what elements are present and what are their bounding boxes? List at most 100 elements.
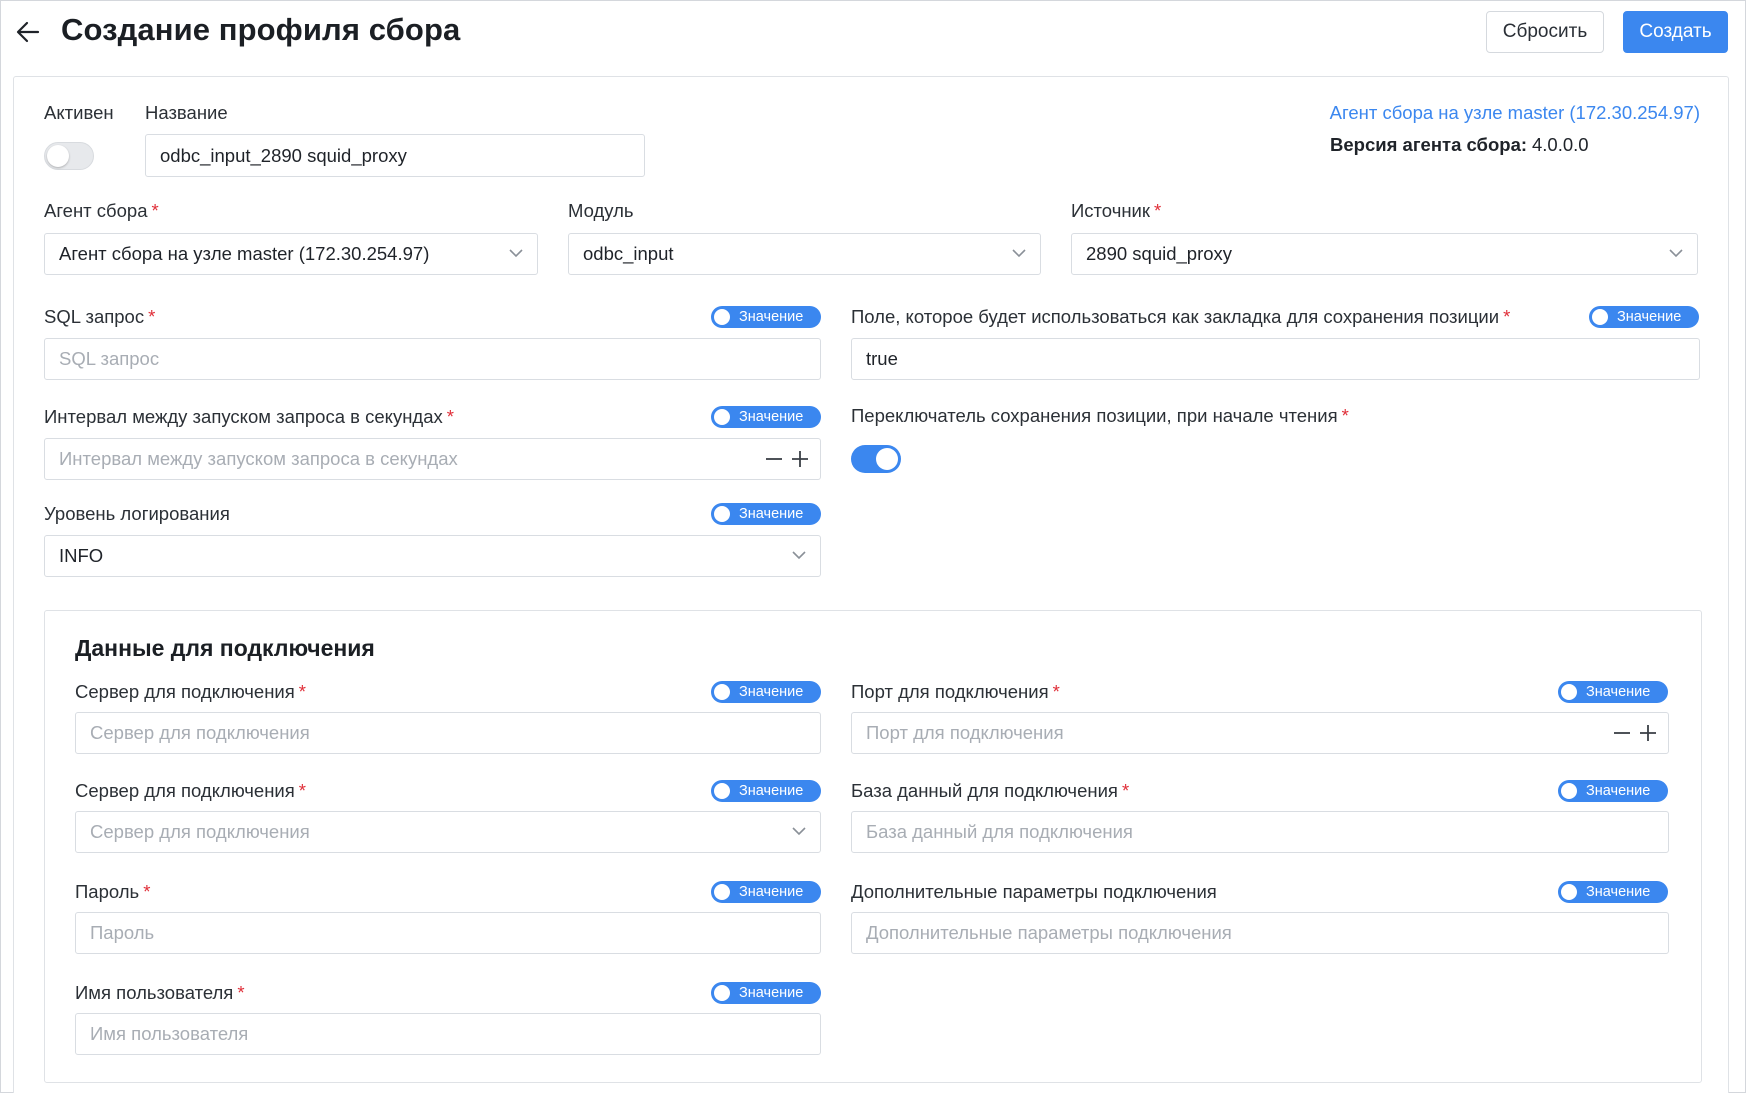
database-placeholder: База данный для подключения [866,821,1133,842]
password-label: Пароль * [75,881,150,903]
mode-pill-label: Значение [739,409,804,425]
port-label-text: Порт для подключения [851,681,1049,702]
bookmark-label: Поле, которое будет использоваться как з… [851,306,1510,328]
sql-label: SQL запрос * [44,306,155,328]
interval-input[interactable]: Интервал между запуском запроса в секунд… [44,438,821,480]
chevron-down-icon [792,551,806,560]
server2-label: Сервер для подключения * [75,780,306,802]
create-button[interactable]: Создать [1623,11,1728,53]
server2-placeholder: Сервер для подключения [90,821,310,842]
minus-icon[interactable] [764,449,784,469]
mode-pill-label: Значение [1617,309,1682,325]
required-mark: * [1341,405,1349,426]
position-switch-label-text: Переключатель сохранения позиции, при на… [851,405,1338,426]
server-mode-pill[interactable]: Значение [711,681,821,703]
required-mark: * [446,406,454,427]
source-select-value: 2890 squid_proxy [1086,243,1233,264]
agent-version-value: 4.0.0.0 [1532,134,1589,155]
password-label-text: Пароль [75,881,140,902]
chevron-down-icon [1669,249,1683,258]
password-placeholder: Пароль [90,922,155,943]
agent-select[interactable]: Агент сбора на узле master (172.30.254.9… [44,233,538,275]
mode-pill-label: Значение [1586,684,1651,700]
position-switch-label: Переключатель сохранения позиции, при на… [851,405,1349,427]
bookmark-mode-pill[interactable]: Значение [1589,306,1699,328]
name-input[interactable]: odbc_input_2890 squid_proxy [145,134,645,177]
port-input[interactable]: Порт для подключения [851,712,1669,754]
bookmark-label-text: Поле, которое будет использоваться как з… [851,306,1500,327]
database-input[interactable]: База данный для подключения [851,811,1669,853]
mode-pill-label: Значение [739,684,804,700]
chevron-down-icon [792,827,806,836]
sql-placeholder: SQL запрос [59,348,160,369]
log-level-label: Уровень логирования [44,503,230,524]
plus-icon[interactable] [1638,723,1658,743]
required-mark: * [1503,306,1511,327]
mode-pill-label: Значение [739,309,804,325]
required-mark: * [1121,780,1130,801]
agent-select-label-text: Агент сбора [44,200,148,221]
chevron-down-icon [1012,249,1026,258]
mode-pill-label: Значение [739,884,804,900]
mode-pill-label: Значение [739,783,804,799]
server-placeholder: Сервер для подключения [90,722,310,743]
database-label: База данный для подключения * [851,780,1129,802]
agent-version-label: Версия агента сбора: [1330,134,1528,155]
module-select[interactable]: odbc_input [568,233,1041,275]
password-input[interactable]: Пароль [75,912,821,954]
interval-label-text: Интервал между запуском запроса в секунд… [44,406,443,427]
server-label-text: Сервер для подключения [75,681,295,702]
mode-pill-label: Значение [739,985,804,1001]
password-mode-pill[interactable]: Значение [711,881,821,903]
sql-input[interactable]: SQL запрос [44,338,821,380]
required-mark: * [1153,200,1162,221]
plus-icon[interactable] [790,449,810,469]
server2-select[interactable]: Сервер для подключения [75,811,821,853]
required-mark: * [148,306,156,327]
position-switch-toggle[interactable] [851,445,901,473]
active-toggle[interactable] [44,142,94,170]
source-select-label: Источник * [1071,200,1161,222]
port-label: Порт для подключения * [851,681,1060,703]
port-mode-pill[interactable]: Значение [1558,681,1668,703]
reset-button[interactable]: Сбросить [1486,11,1604,53]
bookmark-input[interactable]: true [851,338,1700,380]
database-mode-pill[interactable]: Значение [1558,780,1668,802]
name-label: Название [145,102,228,123]
module-select-value: odbc_input [583,243,674,264]
log-level-value: INFO [59,545,104,566]
server2-label-text: Сервер для подключения [75,780,295,801]
required-mark: * [143,881,151,902]
port-placeholder: Порт для подключения [866,722,1064,743]
log-level-mode-pill[interactable]: Значение [711,503,821,525]
interval-label: Интервал между запуском запроса в секунд… [44,406,454,428]
server-input[interactable]: Сервер для подключения [75,712,821,754]
extra-params-mode-pill[interactable]: Значение [1558,881,1668,903]
active-label: Активен [44,102,114,123]
server-label: Сервер для подключения * [75,681,306,703]
required-mark: * [237,982,245,1003]
username-input[interactable]: Имя пользователя [75,1013,821,1055]
required-mark: * [298,681,306,702]
mode-pill-label: Значение [739,506,804,522]
extra-params-label: Дополнительные параметры подключения [851,881,1217,902]
arrow-left-icon[interactable] [14,18,42,46]
module-select-label: Модуль [568,200,634,221]
source-select[interactable]: 2890 squid_proxy [1071,233,1698,275]
username-mode-pill[interactable]: Значение [711,982,821,1004]
minus-icon[interactable] [1612,723,1632,743]
sql-mode-pill[interactable]: Значение [711,306,821,328]
extra-params-input[interactable]: Дополнительные параметры подключения [851,912,1669,954]
username-label: Имя пользователя * [75,982,245,1004]
chevron-down-icon [509,249,523,258]
agent-link[interactable]: Агент сбора на узле master (172.30.254.9… [1330,102,1700,124]
connection-section-title: Данные для подключения [75,635,375,661]
mode-pill-label: Значение [1586,884,1651,900]
sql-label-text: SQL запрос [44,306,145,327]
interval-placeholder: Интервал между запуском запроса в секунд… [59,448,458,469]
agent-select-value: Агент сбора на узле master (172.30.254.9… [59,243,430,264]
server2-mode-pill[interactable]: Значение [711,780,821,802]
database-label-text: База данный для подключения [851,780,1118,801]
log-level-select[interactable]: INFO [44,535,821,577]
interval-mode-pill[interactable]: Значение [711,406,821,428]
